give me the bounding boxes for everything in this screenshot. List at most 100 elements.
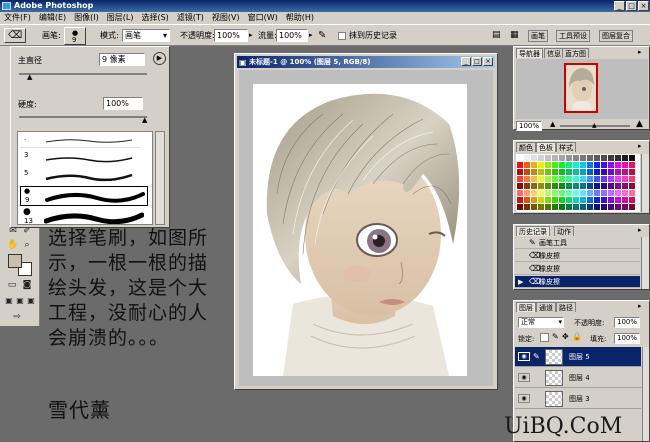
color-swatch[interactable] bbox=[517, 176, 523, 182]
color-swatch[interactable] bbox=[580, 162, 586, 168]
screen-mode-full-icon[interactable]: ▣ bbox=[24, 294, 38, 308]
brush-preset-row[interactable]: 5 bbox=[20, 168, 140, 186]
file-browser-icon[interactable]: ▤ bbox=[492, 29, 501, 42]
color-swatch[interactable] bbox=[559, 176, 565, 182]
hardness-field[interactable]: 100% bbox=[103, 97, 143, 110]
tab-actions[interactable]: 动作 bbox=[554, 226, 574, 236]
color-swatch[interactable] bbox=[531, 190, 537, 196]
color-swatch[interactable] bbox=[524, 204, 530, 210]
color-swatch[interactable] bbox=[545, 190, 551, 196]
zoom-slider-thumb[interactable]: ▲ bbox=[592, 122, 597, 129]
minimize-button[interactable]: _ bbox=[614, 1, 625, 11]
navigator-view-box[interactable] bbox=[564, 63, 598, 113]
color-swatch[interactable] bbox=[573, 176, 579, 182]
visibility-eye-icon[interactable]: ◉ bbox=[518, 352, 530, 361]
color-swatch[interactable] bbox=[517, 169, 523, 175]
color-swatch[interactable] bbox=[538, 155, 544, 161]
color-swatch[interactable] bbox=[601, 162, 607, 168]
color-swatch[interactable] bbox=[601, 190, 607, 196]
color-swatch[interactable] bbox=[552, 155, 558, 161]
navigator-preview[interactable] bbox=[516, 59, 648, 119]
palette-well-icon[interactable]: ▦ bbox=[510, 29, 519, 42]
color-swatch[interactable] bbox=[587, 162, 593, 168]
color-swatch[interactable] bbox=[517, 190, 523, 196]
color-swatch[interactable] bbox=[559, 183, 565, 189]
color-swatch[interactable] bbox=[524, 183, 530, 189]
color-swatch[interactable] bbox=[580, 155, 586, 161]
panel-menu-arrow-icon[interactable]: ▸ bbox=[638, 48, 642, 56]
color-swatch[interactable] bbox=[573, 169, 579, 175]
brush-preset-row[interactable]: · bbox=[20, 134, 140, 148]
tab-paths[interactable]: 路径 bbox=[556, 302, 576, 312]
color-swatch[interactable] bbox=[531, 197, 537, 203]
color-swatch[interactable] bbox=[622, 176, 628, 182]
color-swatch[interactable] bbox=[538, 162, 544, 168]
color-swatch[interactable] bbox=[538, 176, 544, 182]
brush-list-scrollbar[interactable] bbox=[155, 131, 165, 225]
color-swatch[interactable] bbox=[559, 204, 565, 210]
tab-navigator[interactable]: 导航器 bbox=[516, 48, 543, 58]
color-swatch[interactable] bbox=[622, 162, 628, 168]
color-swatch[interactable] bbox=[517, 155, 523, 161]
fill-field[interactable]: 100% bbox=[614, 333, 640, 344]
color-swatch[interactable] bbox=[580, 197, 586, 203]
color-swatch[interactable] bbox=[587, 183, 593, 189]
history-item[interactable]: ✎ 画笔工具 bbox=[515, 237, 640, 249]
navigator-zoom-field[interactable]: 100% bbox=[516, 121, 542, 131]
color-swatch[interactable] bbox=[559, 190, 565, 196]
color-swatch[interactable] bbox=[545, 162, 551, 168]
color-swatch[interactable] bbox=[615, 197, 621, 203]
color-swatch[interactable] bbox=[587, 197, 593, 203]
well-tab-brushes[interactable]: 画笔 bbox=[528, 30, 548, 42]
color-swatch[interactable] bbox=[531, 162, 537, 168]
color-swatch[interactable] bbox=[538, 204, 544, 210]
color-swatch[interactable] bbox=[629, 190, 635, 196]
lock-position-icon[interactable]: ✥ bbox=[562, 332, 569, 341]
color-swatch[interactable] bbox=[559, 169, 565, 175]
tab-layers[interactable]: 图层 bbox=[516, 302, 536, 312]
menu-select[interactable]: 选择(S) bbox=[137, 12, 172, 24]
color-swatch[interactable] bbox=[615, 176, 621, 182]
tab-styles[interactable]: 样式 bbox=[556, 142, 576, 152]
color-swatch[interactable] bbox=[538, 169, 544, 175]
opacity-slider-arrow-icon[interactable]: ▸ bbox=[249, 29, 253, 42]
doc-close-button[interactable]: × bbox=[483, 57, 493, 66]
color-swatch[interactable] bbox=[531, 204, 537, 210]
color-swatch[interactable] bbox=[552, 162, 558, 168]
color-swatch[interactable] bbox=[538, 197, 544, 203]
color-swatch[interactable] bbox=[587, 176, 593, 182]
menu-edit[interactable]: 编辑(E) bbox=[35, 12, 70, 24]
color-swatch[interactable] bbox=[629, 204, 635, 210]
layers-scrollbar[interactable] bbox=[642, 347, 649, 441]
color-swatch[interactable] bbox=[524, 155, 530, 161]
color-swatch[interactable] bbox=[552, 204, 558, 210]
tab-color[interactable]: 颜色 bbox=[516, 142, 536, 152]
color-swatch[interactable] bbox=[573, 190, 579, 196]
hardness-slider-track[interactable] bbox=[19, 116, 147, 118]
color-swatch[interactable] bbox=[622, 204, 628, 210]
color-swatch[interactable] bbox=[608, 183, 614, 189]
color-swatch[interactable] bbox=[566, 162, 572, 168]
color-swatch[interactable] bbox=[629, 197, 635, 203]
doc-maximize-button[interactable]: □ bbox=[472, 57, 482, 66]
color-swatch[interactable] bbox=[524, 169, 530, 175]
color-swatch[interactable] bbox=[594, 190, 600, 196]
color-swatch[interactable] bbox=[587, 155, 593, 161]
color-swatch[interactable] bbox=[594, 183, 600, 189]
airbrush-icon[interactable]: ✎ bbox=[318, 29, 326, 42]
color-swatch[interactable] bbox=[573, 204, 579, 210]
hardness-slider-thumb[interactable]: ▲ bbox=[142, 116, 147, 124]
tab-swatches[interactable]: 色板 bbox=[536, 142, 556, 152]
color-swatch[interactable] bbox=[629, 176, 635, 182]
color-swatch[interactable] bbox=[559, 197, 565, 203]
menu-file[interactable]: 文件(F) bbox=[0, 12, 35, 24]
blend-mode-select[interactable]: 正常 ▾ bbox=[518, 317, 564, 328]
flow-slider-arrow-icon[interactable]: ▸ bbox=[309, 29, 313, 42]
doc-minimize-button[interactable]: _ bbox=[461, 57, 471, 66]
color-swatch[interactable] bbox=[573, 162, 579, 168]
well-tab-tool-presets[interactable]: 工具预设 bbox=[556, 30, 590, 42]
color-swatch[interactable] bbox=[531, 183, 537, 189]
standard-mode-icon[interactable]: ▭ bbox=[5, 278, 19, 292]
color-swatch[interactable] bbox=[601, 176, 607, 182]
color-swatch[interactable] bbox=[587, 169, 593, 175]
